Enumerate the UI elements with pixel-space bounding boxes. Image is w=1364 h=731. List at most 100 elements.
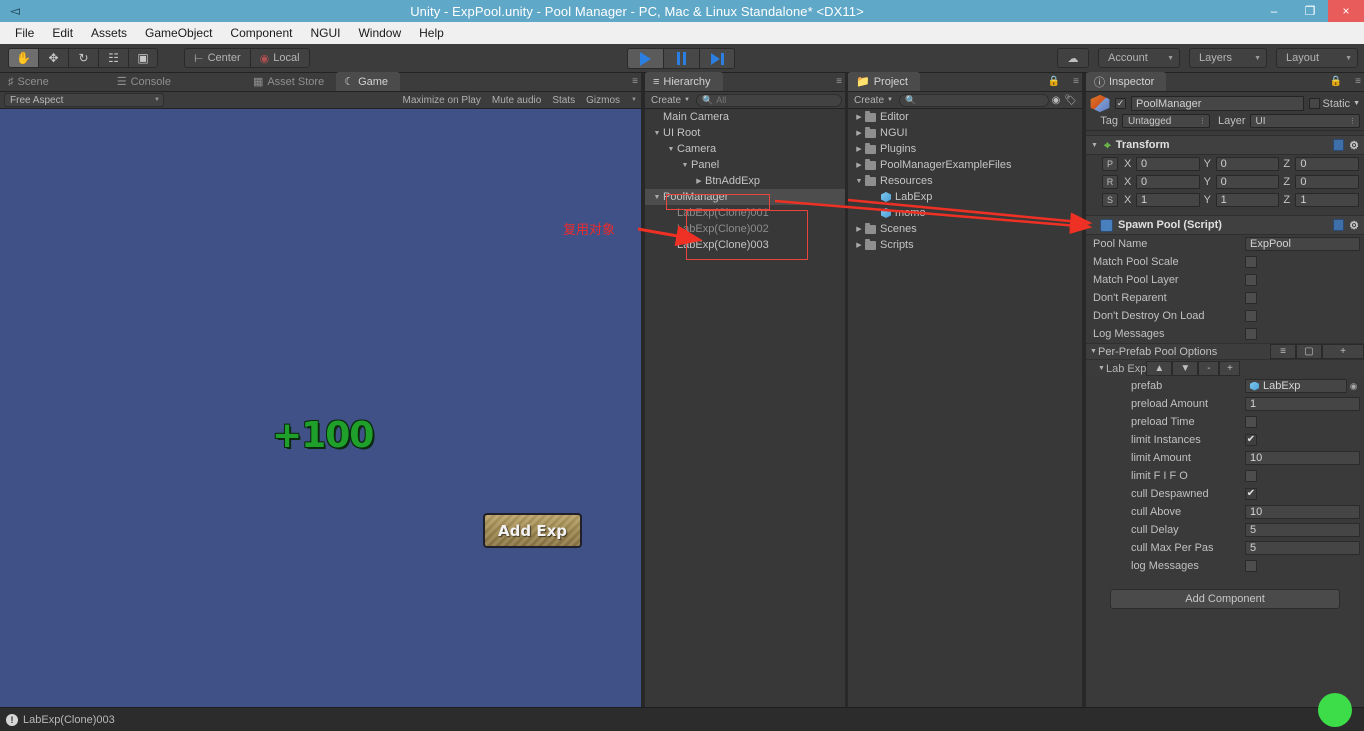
close-button[interactable]: × — [1328, 0, 1364, 22]
group-move-up-button[interactable]: ▲ — [1146, 361, 1173, 376]
foldout-arrow-icon[interactable]: ▼ — [1090, 348, 1098, 355]
project-menu-icon[interactable]: ≡ — [1073, 76, 1079, 87]
axis-input-y[interactable]: 0 — [1215, 157, 1280, 171]
cloud-icon[interactable]: ☁ — [1057, 48, 1089, 68]
panel-menu-icon[interactable]: ≡ — [632, 76, 638, 87]
mute-audio-toggle[interactable]: Mute audio — [492, 95, 541, 106]
field-checkbox[interactable] — [1245, 310, 1257, 322]
pivot-center-button[interactable]: ⊢ Center — [184, 48, 250, 68]
project-item[interactable]: LabExp — [848, 189, 1082, 205]
foldout-closed-icon[interactable]: ▶ — [853, 129, 865, 137]
hand-tool-icon[interactable]: ✋ — [8, 48, 38, 68]
group-remove-button[interactable]: - — [1198, 361, 1220, 376]
lock-icon[interactable]: 🔒 — [1048, 76, 1060, 87]
axis-input-x[interactable]: 0 — [1136, 157, 1200, 171]
field-checkbox[interactable] — [1245, 256, 1257, 268]
account-dropdown[interactable]: Account ▼ — [1098, 48, 1180, 68]
field-checkbox[interactable] — [1245, 470, 1257, 482]
gear-icon[interactable]: ⚙ — [1349, 139, 1359, 152]
hierarchy-item[interactable]: ▶ BtnAddExp — [645, 173, 845, 189]
pause-button[interactable] — [663, 48, 699, 69]
move-tool-icon[interactable]: ✥ — [38, 48, 68, 68]
play-button[interactable] — [627, 48, 663, 69]
foldout-closed-icon[interactable]: ▶ — [853, 113, 865, 121]
field-text-input[interactable]: 10 — [1245, 505, 1360, 519]
field-text-input[interactable]: 10 — [1245, 451, 1360, 465]
field-checkbox[interactable] — [1245, 416, 1257, 428]
rotate-tool-icon[interactable]: ↻ — [68, 48, 98, 68]
axis-input-x[interactable]: 0 — [1136, 175, 1200, 189]
field-checkbox[interactable] — [1245, 560, 1257, 572]
foldout-open-icon[interactable]: ▼ — [853, 178, 865, 185]
rect-tool-icon[interactable]: ▣ — [128, 48, 158, 68]
aspect-ratio-dropdown[interactable]: Free Aspect ▼ — [4, 93, 164, 107]
hierarchy-item[interactable]: ·Main Camera — [645, 109, 845, 125]
field-checkbox[interactable] — [1245, 292, 1257, 304]
options-list-button[interactable]: ≡ — [1270, 344, 1296, 359]
foldout-closed-icon[interactable]: ▶ — [853, 145, 865, 153]
project-item[interactable]: ▶ PoolManagerExampleFiles — [848, 157, 1082, 173]
layout-dropdown[interactable]: Layout ▼ — [1276, 48, 1358, 68]
field-checkbox[interactable]: ✔ — [1245, 434, 1257, 446]
project-search-input[interactable]: 🔍 — [898, 93, 1049, 107]
field-checkbox[interactable] — [1245, 328, 1257, 340]
gameobject-name-input[interactable]: PoolManager — [1131, 96, 1304, 111]
field-text-input[interactable]: 5 — [1245, 541, 1360, 555]
maximize-on-play-toggle[interactable]: Maximize on Play — [403, 95, 481, 106]
tab-console[interactable]: ☰ Console — [109, 72, 183, 91]
stats-toggle[interactable]: Stats — [552, 95, 575, 106]
game-view-canvas[interactable]: +100 Add Exp — [0, 109, 641, 707]
hierarchy-item[interactable]: ▼ Panel — [645, 157, 845, 173]
axis-input-y[interactable]: 0 — [1215, 175, 1280, 189]
gear-icon[interactable]: ⚙ — [1349, 219, 1359, 232]
hierarchy-menu-icon[interactable]: ≡ — [836, 76, 842, 87]
foldout-closed-icon[interactable]: ▶ — [693, 177, 705, 185]
project-item[interactable]: ▶ Plugins — [848, 141, 1082, 157]
transform-component-header[interactable]: ▼ ⌖ Transform ⚙ — [1086, 135, 1364, 155]
gameobject-enabled-checkbox[interactable]: ✓ — [1115, 98, 1126, 109]
hierarchy-item[interactable]: ▼ Camera — [645, 141, 845, 157]
tag-dropdown[interactable]: Untagged ⋮ — [1122, 114, 1210, 128]
scale-tool-icon[interactable]: ☷ — [98, 48, 128, 68]
spawn-pool-header[interactable]: Spawn Pool (Script) ⚙ — [1086, 215, 1364, 235]
foldout-closed-icon[interactable]: ▶ — [853, 161, 865, 169]
field-text-input[interactable]: 5 — [1245, 523, 1360, 537]
add-component-button[interactable]: Add Component — [1110, 589, 1340, 609]
chevron-down-icon[interactable]: ▼ — [1353, 100, 1360, 107]
add-exp-button[interactable]: Add Exp — [483, 513, 582, 548]
filter-label-icon[interactable]: 🏷 — [1064, 95, 1077, 106]
options-duplicate-button[interactable]: ▢ — [1296, 344, 1322, 359]
static-checkbox[interactable] — [1308, 98, 1320, 109]
foldout-closed-icon[interactable]: ▶ — [853, 241, 865, 249]
axis-input-z[interactable]: 0 — [1295, 157, 1360, 171]
menu-item-window[interactable]: Window — [349, 24, 410, 42]
tab-scene[interactable]: ♯ Scene — [0, 72, 61, 91]
help-icon[interactable] — [1333, 139, 1345, 151]
project-create-button[interactable]: Create ▼ — [851, 95, 896, 106]
foldout-arrow-icon[interactable]: ▼ — [1091, 142, 1099, 149]
tab-hierarchy[interactable]: ≡ Hierarchy — [645, 72, 723, 91]
tab-game[interactable]: ☾ Game — [336, 72, 401, 91]
field-text-input[interactable]: 1 — [1245, 397, 1360, 411]
menu-item-assets[interactable]: Assets — [82, 24, 136, 42]
field-text-input[interactable]: ExpPool — [1245, 237, 1360, 251]
layer-dropdown[interactable]: UI ⋮ — [1249, 114, 1360, 128]
foldout-open-icon[interactable]: ▼ — [665, 146, 677, 153]
axis-input-z[interactable]: 0 — [1295, 175, 1360, 189]
tab-inspector[interactable]: ⓘ Inspector — [1086, 72, 1167, 91]
tab-project[interactable]: 📁 Project — [848, 72, 920, 91]
foldout-open-icon[interactable]: ▼ — [679, 162, 691, 169]
project-tree[interactable]: ▶ Editor ▶ NGUI ▶ Plugins ▶ PoolManagerExampleF… — [848, 109, 1082, 707]
maximize-button[interactable]: ❐ — [1292, 0, 1328, 22]
field-checkbox[interactable]: ✔ — [1245, 488, 1257, 500]
field-object-reference[interactable]: LabExp — [1245, 379, 1347, 393]
step-button[interactable] — [699, 48, 735, 69]
pivot-local-button[interactable]: ◉ Local — [249, 48, 310, 68]
tab-asset-store[interactable]: ▦ Asset Store — [245, 72, 336, 91]
axis-input-y[interactable]: 1 — [1215, 193, 1280, 207]
inspector-lock-icon[interactable]: 🔒 — [1330, 76, 1342, 87]
hierarchy-search-input[interactable]: 🔍 All — [695, 93, 842, 107]
project-item[interactable]: ▶ Scenes — [848, 221, 1082, 237]
project-item[interactable]: ▶ Scripts — [848, 237, 1082, 253]
minimize-button[interactable]: – — [1256, 0, 1292, 22]
